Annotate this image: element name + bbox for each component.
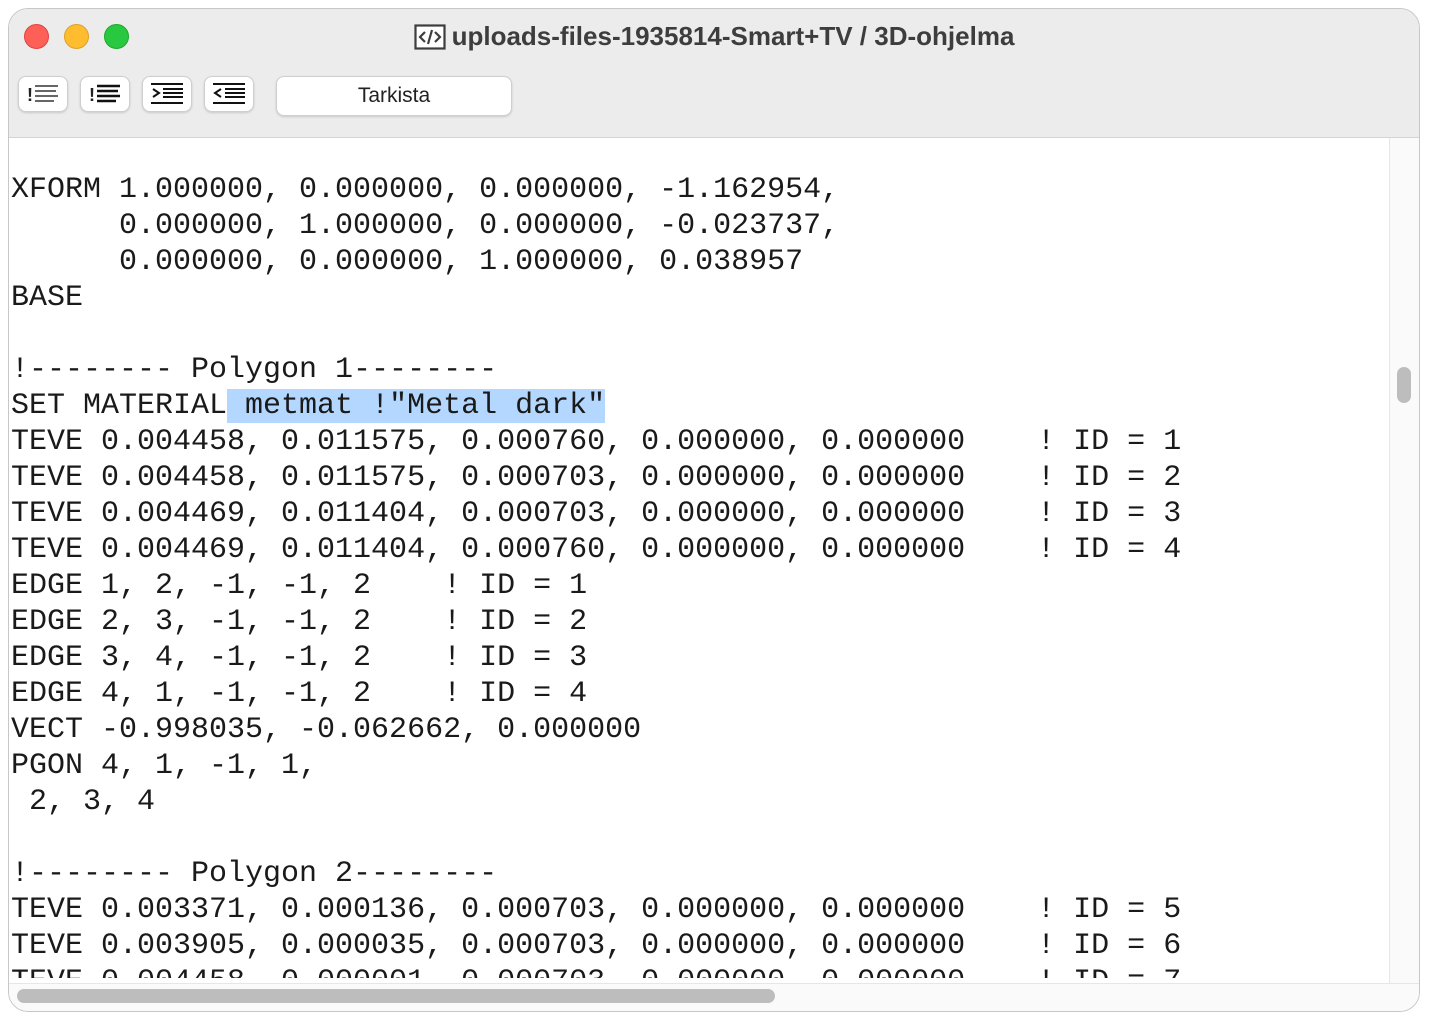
title-bar: uploads-files-1935814-Smart+TV / 3D-ohje… (9, 9, 1419, 65)
svg-text:!: ! (27, 85, 33, 105)
toolbar: ! ! Tarkista (9, 65, 1419, 138)
code-document-icon (413, 24, 446, 58)
code-line: TEVE 0.004469, 0.011404, 0.000703, 0.000… (11, 497, 1182, 531)
comment-lines-button[interactable]: ! (18, 76, 68, 112)
code-line: PGON 4, 1, -1, 1, (11, 749, 318, 783)
uncomment-lines-button[interactable]: ! (80, 76, 130, 112)
horizontal-scroll-thumb[interactable] (17, 989, 775, 1003)
code-line: XFORM 1.000000, 0.000000, 0.000000, -1.1… (11, 173, 840, 207)
code-line: EDGE 4, 1, -1, -1, 2 ! ID = 4 (11, 677, 588, 711)
code-line: !-------- Polygon 2-------- (11, 857, 498, 891)
code-editor[interactable]: XFORM 1.000000, 0.000000, 0.000000, -1.1… (9, 138, 1389, 978)
code-line: EDGE 3, 4, -1, -1, 2 ! ID = 3 (11, 641, 588, 675)
window-title: uploads-files-1935814-Smart+TV / 3D-ohje… (451, 21, 1015, 51)
code-line: 0.000000, 1.000000, 0.000000, -0.023737, (11, 209, 840, 243)
code-line: TEVE 0.004458, 0.000001, 0.000703, 0.000… (11, 964, 1181, 978)
code-line: 2, 3, 4 (11, 785, 156, 819)
code-line-set-material: SET MATERIAL metmat !"Metal dark" (11, 388, 606, 424)
code-line: TEVE 0.003371, 0.000136, 0.000703, 0.000… (11, 893, 1182, 927)
code-line: TEVE 0.004458, 0.011575, 0.000703, 0.000… (11, 461, 1182, 495)
indent-icon (149, 82, 185, 106)
editor-window: uploads-files-1935814-Smart+TV / 3D-ohje… (8, 8, 1420, 1012)
code-line: TEVE 0.003905, 0.000035, 0.000703, 0.000… (11, 929, 1182, 963)
svg-text:!: ! (89, 85, 95, 105)
code-line: TEVE 0.004469, 0.011404, 0.000760, 0.000… (11, 533, 1182, 567)
code-line: BASE (11, 281, 84, 315)
code-text: SET MATERIAL (11, 389, 228, 423)
text-selection: metmat !"Metal dark" (227, 389, 606, 423)
code-line: TEVE 0.004458, 0.011575, 0.000760, 0.000… (11, 425, 1182, 459)
window-title-area: uploads-files-1935814-Smart+TV / 3D-ohje… (9, 19, 1419, 58)
uncomment-lines-icon: ! (88, 83, 122, 105)
vertical-scroll-thumb[interactable] (1397, 367, 1411, 403)
code-line: 0.000000, 0.000000, 1.000000, 0.038957 (11, 245, 804, 279)
comment-lines-icon: ! (26, 83, 60, 105)
indent-button[interactable] (142, 76, 192, 112)
code-line: !-------- Polygon 1-------- (11, 353, 498, 387)
vertical-scrollbar[interactable] (1389, 138, 1419, 983)
code-line: EDGE 1, 2, -1, -1, 2 ! ID = 1 (11, 569, 588, 603)
outdent-icon (211, 82, 247, 106)
code-line: VECT -0.998035, -0.062662, 0.000000 (11, 713, 642, 747)
check-button[interactable]: Tarkista (276, 76, 512, 116)
code-line: EDGE 2, 3, -1, -1, 2 ! ID = 2 (11, 605, 588, 639)
outdent-button[interactable] (204, 76, 254, 112)
